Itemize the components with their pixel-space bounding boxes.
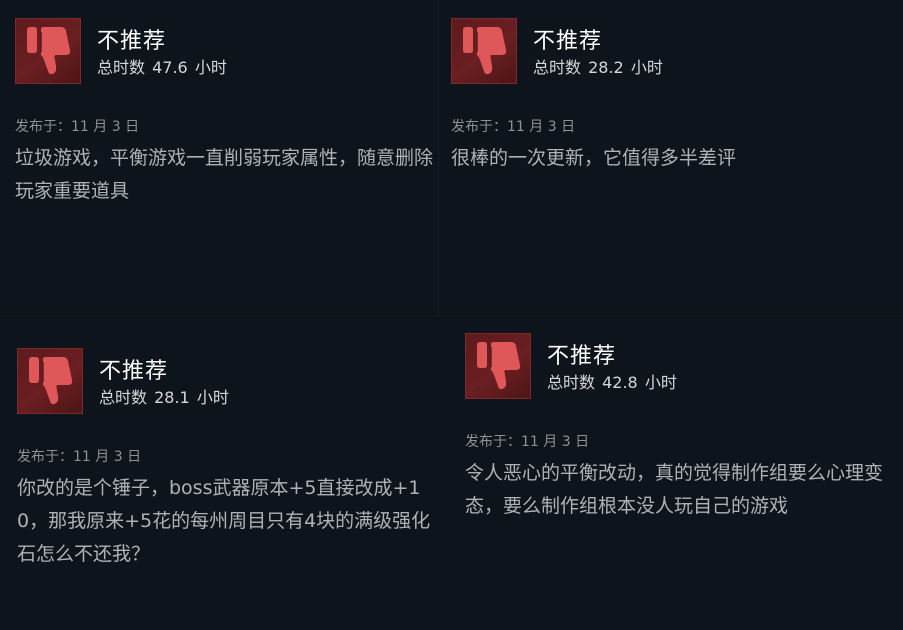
playtime-label: 总时数 bbox=[533, 58, 582, 77]
playtime-value: 42.8 bbox=[602, 373, 638, 392]
review-card: 不推荐 总时数 47.6 小时 发布于：11 月 3 日 垃圾游戏，平衡游戏一直… bbox=[15, 18, 439, 208]
review-header: 不推荐 总时数 47.6 小时 bbox=[15, 18, 439, 84]
thumbs-down-icon bbox=[463, 27, 507, 75]
playtime-unit: 小时 bbox=[644, 373, 677, 392]
verdict-label: 不推荐 bbox=[533, 29, 603, 54]
verdict-label: 不推荐 bbox=[97, 29, 167, 54]
review-header: 不推荐 总时数 42.8 小时 bbox=[465, 333, 895, 399]
review-card: 不推荐 总时数 28.2 小时 发布于：11 月 3 日 很棒的一次更新，它值得… bbox=[451, 18, 891, 175]
thumbs-down-icon bbox=[27, 27, 71, 75]
playtime-value: 47.6 bbox=[152, 58, 188, 77]
review-text: 垃圾游戏，平衡游戏一直削弱玩家属性，随意删除玩家重要道具 bbox=[15, 147, 434, 202]
posted-date: 发布于：11 月 3 日 bbox=[17, 449, 142, 465]
thumbs-down-icon bbox=[477, 342, 521, 390]
playtime: 总时数 47.6 小时 bbox=[97, 58, 227, 78]
playtime-unit: 小时 bbox=[196, 388, 229, 407]
playtime-label: 总时数 bbox=[97, 58, 146, 77]
playtime-label: 总时数 bbox=[547, 373, 596, 392]
verdict-label: 不推荐 bbox=[99, 359, 169, 384]
verdict-label: 不推荐 bbox=[547, 344, 617, 369]
background-divider-horizontal bbox=[0, 318, 903, 319]
not-recommended-badge bbox=[17, 348, 83, 414]
playtime-unit: 小时 bbox=[630, 58, 663, 77]
review-card: 不推荐 总时数 28.1 小时 发布于：11 月 3 日 你改的是个锤子，bos… bbox=[17, 348, 441, 571]
review-header: 不推荐 总时数 28.2 小时 bbox=[451, 18, 891, 84]
playtime: 总时数 28.2 小时 bbox=[533, 58, 663, 78]
not-recommended-badge bbox=[15, 18, 81, 84]
playtime-label: 总时数 bbox=[99, 388, 148, 407]
review-header: 不推荐 总时数 28.1 小时 bbox=[17, 348, 441, 414]
posted-date: 发布于：11 月 3 日 bbox=[465, 434, 590, 450]
review-card: 不推荐 总时数 42.8 小时 发布于：11 月 3 日 令人恶心的平衡改动，真… bbox=[465, 333, 895, 523]
review-text: 你改的是个锤子，boss武器原本+5直接改成+10，那我原来+5花的每州周目只有… bbox=[17, 477, 431, 565]
playtime: 总时数 28.1 小时 bbox=[99, 388, 229, 408]
posted-date: 发布于：11 月 3 日 bbox=[451, 119, 576, 135]
review-text: 令人恶心的平衡改动，真的觉得制作组要么心理变态，要么制作组根本没人玩自己的游戏 bbox=[465, 462, 884, 517]
review-text: 很棒的一次更新，它值得多半差评 bbox=[451, 147, 737, 169]
playtime-unit: 小时 bbox=[194, 58, 227, 77]
posted-date: 发布于：11 月 3 日 bbox=[15, 119, 140, 135]
playtime-value: 28.2 bbox=[588, 58, 624, 77]
playtime: 总时数 42.8 小时 bbox=[547, 373, 677, 393]
thumbs-down-icon bbox=[29, 357, 73, 405]
not-recommended-badge bbox=[451, 18, 517, 84]
not-recommended-badge bbox=[465, 333, 531, 399]
playtime-value: 28.1 bbox=[154, 388, 190, 407]
